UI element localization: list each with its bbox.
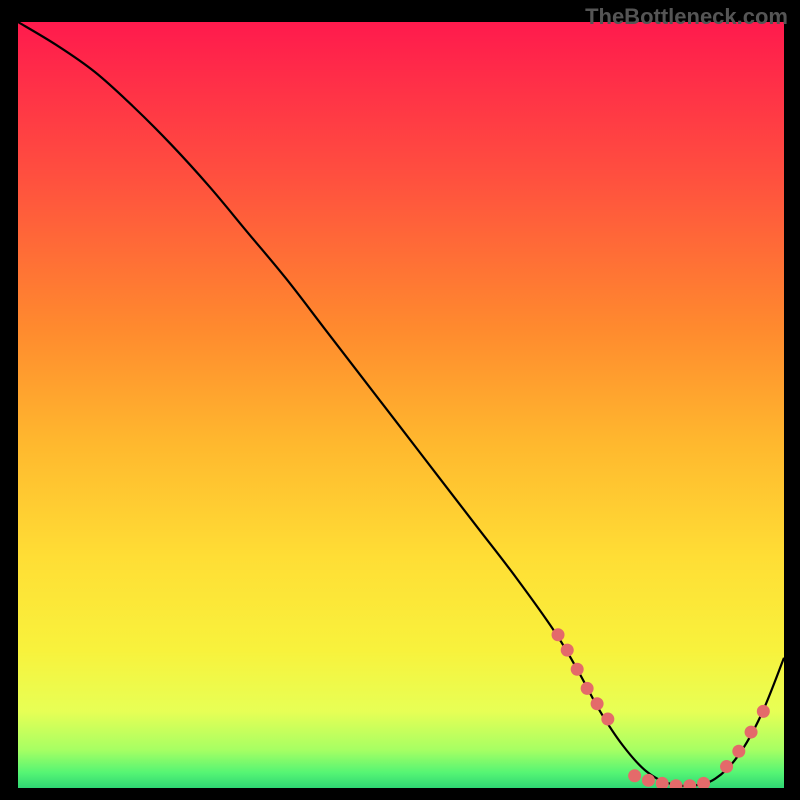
chart-stage <box>18 22 784 788</box>
marker-dot <box>561 644 574 657</box>
marker-dot <box>642 774 655 787</box>
marker-dot <box>601 713 614 726</box>
marker-dot <box>591 697 604 710</box>
marker-dot <box>745 726 758 739</box>
marker-dot <box>581 682 594 695</box>
marker-dot <box>732 745 745 758</box>
marker-dot <box>720 760 733 773</box>
watermark-text: TheBottleneck.com <box>585 4 788 30</box>
marker-dot <box>552 628 565 641</box>
marker-dot <box>628 769 641 782</box>
marker-dot <box>757 705 770 718</box>
chart-background <box>18 22 784 788</box>
chart-svg <box>18 22 784 788</box>
marker-dot <box>571 663 584 676</box>
